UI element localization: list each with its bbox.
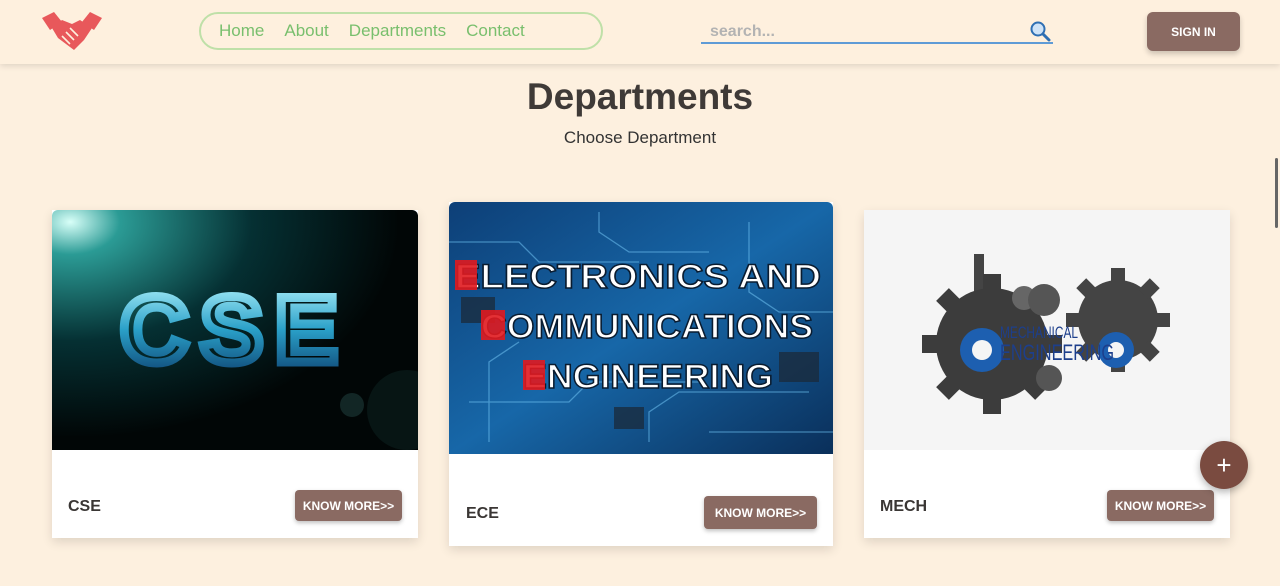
cse-image: CSE — [52, 210, 418, 450]
ece-image: ELECTRONICS AND COMMUNICATIONS ENGINEERI… — [449, 202, 833, 454]
ece-image-line2: COMMUNICATIONS — [481, 308, 813, 346]
nav-links: Home About Departments Contact — [199, 12, 603, 50]
know-more-button[interactable]: KNOW MORE>> — [704, 496, 817, 529]
card-name: CSE — [68, 498, 101, 515]
card-name: MECH — [880, 498, 928, 515]
ece-image-line3: ENGINEERING — [523, 358, 773, 396]
nav-link-home[interactable]: Home — [219, 21, 264, 41]
search-icon[interactable] — [1029, 20, 1051, 42]
nav-link-about[interactable]: About — [284, 21, 328, 41]
nav-link-departments[interactable]: Departments — [349, 21, 446, 41]
card-name: ECE — [466, 505, 499, 522]
department-card-cse: CSE CSE KNOW MORE>> — [52, 210, 418, 538]
page-subtitle: Choose Department — [563, 128, 717, 147]
page-title: Departments — [526, 76, 754, 117]
mech-image: MECHANICAL ENGINEERING — [864, 210, 1230, 450]
handshake-logo-icon[interactable] — [40, 8, 104, 56]
cse-image-text: CSE — [120, 277, 349, 382]
mech-image-line2: ENGINEERING — [1000, 340, 1114, 365]
add-floating-button[interactable]: + — [1200, 441, 1248, 489]
know-more-button[interactable]: KNOW MORE>> — [295, 490, 402, 521]
sign-in-button[interactable]: SIGN IN — [1147, 12, 1240, 51]
ece-image-line1: ELECTRONICS AND — [455, 258, 821, 296]
know-more-button[interactable]: KNOW MORE>> — [1107, 490, 1214, 521]
department-card-ece: ELECTRONICS AND COMMUNICATIONS ENGINEERI… — [449, 202, 833, 546]
nav-link-contact[interactable]: Contact — [466, 21, 525, 41]
navbar: Home About Departments Contact SIGN IN — [0, 0, 1280, 64]
search-bar — [701, 18, 1053, 44]
department-card-mech: MECHANICAL ENGINEERING MECH KNOW MORE>> — [864, 210, 1230, 538]
search-input[interactable] — [708, 20, 1012, 44]
scrollbar-thumb[interactable] — [1275, 158, 1278, 228]
